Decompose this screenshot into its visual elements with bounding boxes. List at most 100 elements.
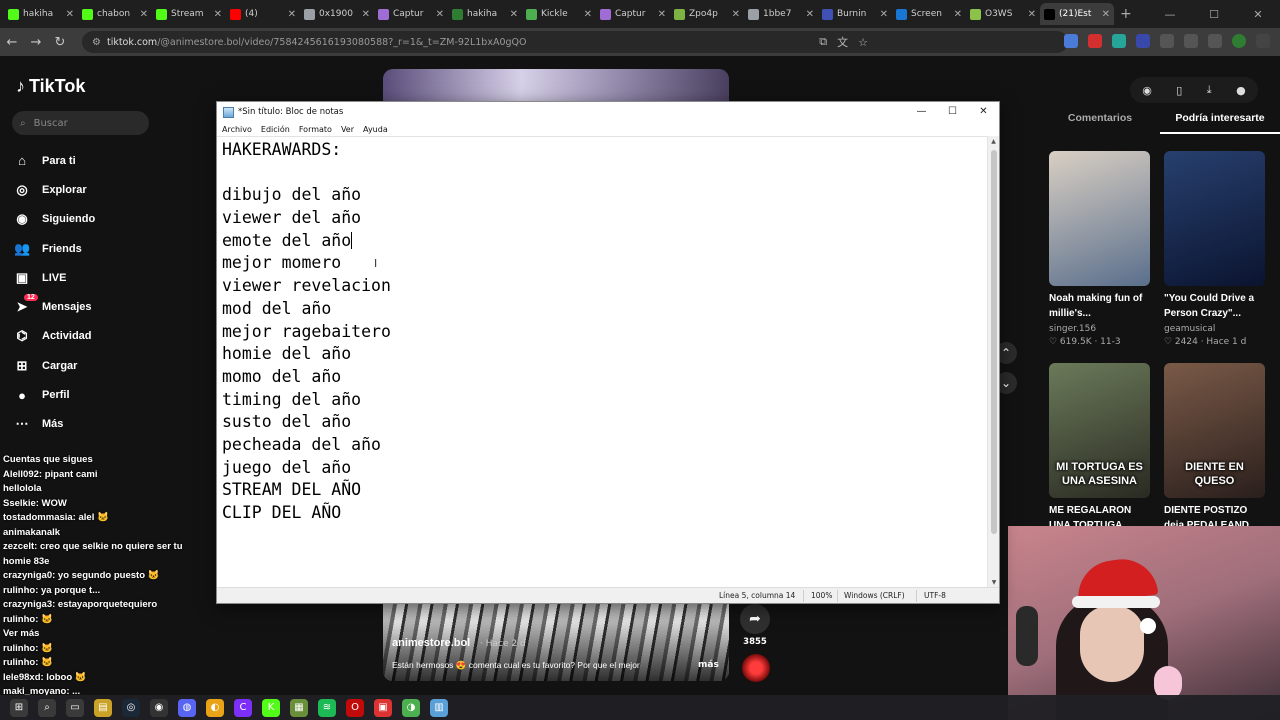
browser-tab[interactable]: O3WS ✕: [966, 3, 1040, 25]
video-title[interactable]: Noah making fun of millie's...: [1049, 291, 1150, 321]
url-input[interactable]: ⚙ tiktok.com/@animestore.bol/video/75842…: [82, 31, 1068, 53]
site-info-icon[interactable]: ⚙: [92, 37, 101, 48]
music-disc-icon[interactable]: [742, 654, 770, 682]
close-tab-icon[interactable]: ✕: [214, 9, 222, 20]
reload-icon[interactable]: ↻: [48, 35, 72, 50]
opera-icon[interactable]: O: [346, 698, 364, 717]
menu-archivo[interactable]: Archivo: [222, 125, 257, 134]
browser-tab[interactable]: chabon ✕: [78, 3, 152, 25]
back-icon[interactable]: ←: [0, 35, 24, 50]
recommended-video-card[interactable]: "You Could Drive a Person Crazy"... geamu…: [1164, 151, 1265, 347]
menu-ayuda[interactable]: Ayuda: [363, 125, 393, 134]
video-author[interactable]: geamusical: [1164, 324, 1265, 334]
sidebar-item-cargar[interactable]: ⊞ Cargar: [14, 351, 95, 380]
forward-icon[interactable]: →: [24, 35, 48, 50]
video-thumbnail[interactable]: [1049, 151, 1150, 286]
close-tab-icon[interactable]: ✕: [140, 9, 148, 20]
notepad-title-bar[interactable]: *Sin título: Bloc de notas — ☐ ✕: [217, 102, 999, 122]
close-icon[interactable]: ✕: [1236, 8, 1280, 21]
close-tab-icon[interactable]: ✕: [732, 9, 740, 20]
close-icon[interactable]: ✕: [968, 102, 999, 122]
close-tab-icon[interactable]: ✕: [288, 9, 296, 20]
close-tab-icon[interactable]: ✕: [658, 9, 666, 20]
canva-icon[interactable]: C: [234, 698, 252, 717]
browser-tab[interactable]: 1bbe7 ✕: [744, 3, 818, 25]
video-author[interactable]: animestore.bol: [392, 637, 470, 649]
sidepanel-icon[interactable]: [1208, 34, 1222, 48]
notepad-taskbar-icon[interactable]: ▥: [430, 698, 448, 717]
extension-icon[interactable]: [1112, 34, 1126, 48]
browser-tab[interactable]: Kickle ✕: [522, 3, 596, 25]
menu-edición[interactable]: Edición: [261, 125, 295, 134]
minecraft-icon[interactable]: ▦: [290, 698, 308, 717]
browser-tab[interactable]: Captur ✕: [596, 3, 670, 25]
scrollbar-thumb[interactable]: [991, 150, 997, 534]
tiktok-logo[interactable]: ♪ TikTok: [16, 76, 85, 97]
close-tab-icon[interactable]: ✕: [436, 9, 444, 20]
coins-icon[interactable]: ◉: [1142, 84, 1152, 97]
sidebar-item-más[interactable]: ⋯ Más: [14, 410, 95, 439]
close-tab-icon[interactable]: ✕: [880, 9, 888, 20]
obs-icon[interactable]: ◉: [150, 698, 168, 717]
chrome-icon[interactable]: ◐: [206, 698, 224, 717]
extensions-puzzle-icon[interactable]: [1160, 34, 1174, 48]
profile-avatar[interactable]: [1232, 34, 1246, 48]
discord-icon[interactable]: ◍: [178, 698, 196, 717]
recommended-video-card[interactable]: DIENTE EN QUESODIENTE POSTIZO deja PEDAL…: [1164, 363, 1265, 533]
download-icon[interactable]: ⤓: [1207, 83, 1212, 97]
file-explorer-icon[interactable]: ▭: [66, 698, 84, 717]
video-more-link[interactable]: más: [698, 660, 719, 670]
extension-icon[interactable]: [1088, 34, 1102, 48]
new-tab-button[interactable]: +: [1120, 6, 1132, 22]
video-thumbnail[interactable]: [1164, 151, 1265, 286]
maximize-icon[interactable]: ☐: [1192, 8, 1236, 21]
close-tab-icon[interactable]: ✕: [510, 9, 518, 20]
close-tab-icon[interactable]: ✕: [584, 9, 592, 20]
browser-tab[interactable]: Screen ✕: [892, 3, 966, 25]
user-avatar[interactable]: ●: [1236, 84, 1246, 97]
tab-recommended[interactable]: Podría interesarte: [1160, 112, 1280, 134]
close-tab-icon[interactable]: ✕: [1102, 9, 1110, 20]
chrome-icon[interactable]: ◑: [402, 698, 420, 717]
sidebar-item-friends[interactable]: 👥 Friends: [14, 234, 95, 263]
sidebar-item-actividad[interactable]: ⌬ Actividad: [14, 322, 95, 351]
sidebar-item-mensajes[interactable]: ➤ 12 Mensajes: [14, 292, 95, 321]
browser-tab[interactable]: Burnin ✕: [818, 3, 892, 25]
media-icon[interactable]: [1184, 34, 1198, 48]
extension-icon[interactable]: [1064, 34, 1078, 48]
sidebar-item-para-ti[interactable]: ⌂ Para ti: [14, 146, 95, 175]
browser-tab[interactable]: (21)Est ✕: [1040, 3, 1114, 25]
steam-icon[interactable]: ◎: [122, 698, 140, 717]
search-input[interactable]: ⌕ Buscar: [12, 111, 149, 135]
video-top-preview[interactable]: [383, 69, 729, 103]
menu-ver[interactable]: Ver: [341, 125, 359, 134]
close-tab-icon[interactable]: ✕: [362, 9, 370, 20]
browser-tab[interactable]: 0x1900 ✕: [300, 3, 374, 25]
sidebar-item-siguiendo[interactable]: ◉ Siguiendo: [14, 205, 95, 234]
video-title[interactable]: "You Could Drive a Person Crazy"...: [1164, 291, 1265, 321]
close-tab-icon[interactable]: ✕: [1028, 9, 1036, 20]
sidebar-item-live[interactable]: ▣ LIVE: [14, 263, 95, 292]
browser-tab[interactable]: (4) ✕: [226, 3, 300, 25]
maximize-icon[interactable]: ☐: [937, 102, 968, 122]
minimize-icon[interactable]: —: [1148, 8, 1192, 21]
video-thumbnail[interactable]: MI TORTUGA ES UNA ASESINA: [1049, 363, 1150, 498]
extension-icon[interactable]: [1136, 34, 1150, 48]
close-tab-icon[interactable]: ✕: [954, 9, 962, 20]
browser-tab[interactable]: hakiha ✕: [4, 3, 78, 25]
tab-comments[interactable]: Comentarios: [1040, 112, 1160, 134]
browser-tab[interactable]: hakiha ✕: [448, 3, 522, 25]
spotify-icon[interactable]: ≋: [318, 698, 336, 717]
minimize-icon[interactable]: —: [906, 102, 937, 122]
menu-dots-icon[interactable]: [1256, 34, 1270, 48]
bookmark-star-icon[interactable]: ☆: [858, 36, 868, 49]
start-icon[interactable]: ⊞: [10, 698, 28, 717]
folder-icon[interactable]: ▤: [94, 698, 112, 717]
app-icon[interactable]: ▣: [374, 698, 392, 717]
install-icon[interactable]: ⧉: [819, 35, 827, 49]
vertical-scrollbar[interactable]: ▲ ▼: [987, 136, 999, 589]
translate-icon[interactable]: 文: [837, 34, 848, 50]
recommended-video-card[interactable]: MI TORTUGA ES UNA ASESINAME REGALARON UN…: [1049, 363, 1150, 533]
text-editor[interactable]: HAKERAWARDS: dibujo del año viewer del año…: [217, 136, 989, 589]
sidebar-item-perfil[interactable]: ● Perfil: [14, 380, 95, 409]
